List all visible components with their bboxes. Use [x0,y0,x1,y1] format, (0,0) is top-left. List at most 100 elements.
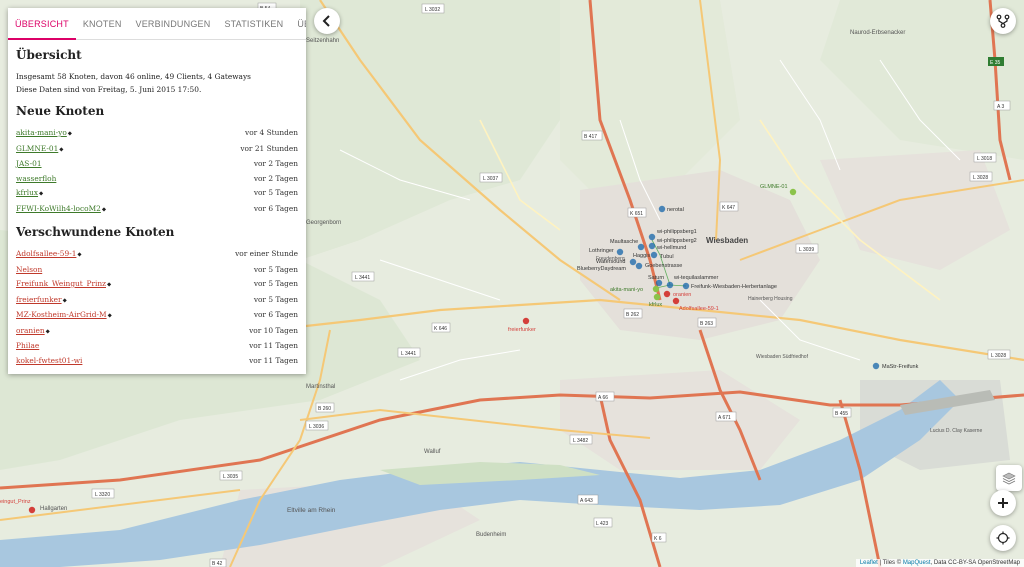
node-link[interactable]: FFWI-KoWilh4-locoM2 [16,204,101,213]
node-link[interactable]: freierfunker [16,295,62,304]
tab-bar: Übersicht Knoten Verbindungen Statistike… [8,8,306,40]
node-link[interactable]: MZ-Kostheim-AirGrid-M [16,310,107,319]
node-link[interactable]: Philae [16,341,39,350]
node-label: wi-philippsberg2 [656,238,697,244]
node-link[interactable]: Nelson [16,265,42,274]
svg-text:L 3018: L 3018 [977,156,992,162]
map-marker-icon: ⬥ [67,130,72,137]
node-link[interactable]: akita-mani-yo [16,128,67,137]
node-label: BlueberryDaydream [577,266,626,272]
leaflet-link[interactable]: Leaflet [860,560,878,566]
svg-text:B 262: B 262 [626,312,639,318]
svg-text:L 3441: L 3441 [355,275,370,281]
node-row: JAS-01 vor 2 Tagen [16,157,298,172]
svg-text:B 260: B 260 [318,406,331,412]
node-label: GLMNE-01 [760,184,788,190]
node-link[interactable]: oranien [16,326,45,335]
node-link[interactable]: Adolfsallee-59-1 [16,249,76,258]
svg-text:A 66: A 66 [598,395,608,401]
svg-text:B 42: B 42 [212,561,223,567]
node-link[interactable]: GLMNE-01 [16,144,58,153]
tab-links[interactable]: Verbindungen [129,8,218,40]
node-age: vor 5 Tagen [253,294,298,304]
node-entry: JAS-01 [16,157,42,172]
node-entry: wasserfloh [16,172,56,187]
panel-content: Übersicht Insgesamt 58 Knoten, davon 46 … [8,40,306,368]
svg-text:L 3028: L 3028 [991,353,1006,359]
road-label: A 643 [577,494,599,505]
map-marker-icon: ⬥ [59,145,64,153]
node-row: freierfunker⬥ vor 5 Tagen [16,293,298,309]
node-age: vor 11 Tagen [249,355,298,365]
node-link[interactable]: Freifunk_Weingut_Prinz [16,279,106,288]
svg-text:B 455: B 455 [835,411,848,417]
node-row: MZ-Kostheim-AirGrid-M⬥ vor 6 Tagen [16,308,298,324]
node-age: vor 5 Tagen [253,264,298,274]
tab-nodes[interactable]: Knoten [76,8,129,40]
road-label: L 3482 [569,434,593,445]
tab-overview[interactable]: Übersicht [8,8,76,40]
node-row: FFWI-KoWilh4-locoM2⬥ vor 6 Tagen [16,202,298,218]
map-marker-icon: ⬥ [101,205,107,213]
road-label: K 651 [627,207,647,218]
node-age: vor einer Stunde [235,249,298,258]
new-nodes-section: Neue Knoten akita-mani-yo⬥ vor 4 Stunden G… [16,104,298,217]
node-label: Watersound [596,259,625,265]
tab-about[interactable]: Über [290,8,306,40]
node-entry: freierfunker⬥ [16,293,67,309]
mesh-view-button[interactable] [990,8,1016,34]
road-label: L 3036 [305,420,329,431]
tab-statistics[interactable]: Statistiken [217,8,290,40]
road-label: L 423 [593,517,613,528]
mapquest-link[interactable]: MapQuest [903,560,931,566]
node-entry: Nelson [16,263,42,278]
node-age: vor 6 Tagen [253,203,298,213]
collapse-sidebar-button[interactable] [314,8,340,34]
node-label: MaStr-Freifunk [882,364,919,370]
place-label: Wiesbaden [706,236,748,245]
node-link[interactable]: kokel-fwtest01-wi [16,356,82,365]
node-row: Adolfsallee-59-1⬥ vor einer Stunde [16,247,298,263]
node-age: vor 6 Tagen [253,310,298,319]
map-marker-icon: ⬥ [107,312,112,319]
lost-nodes-list: Adolfsallee-59-1⬥ vor einer Stunde Nelson v… [16,247,298,368]
svg-text:L 3039: L 3039 [799,247,814,253]
svg-text:K 646: K 646 [434,326,447,332]
node-label: oranien [673,292,691,298]
locate-button[interactable] [990,525,1016,551]
node-entry: GLMNE-01⬥ [16,142,63,158]
node-link[interactable]: kfrlux [16,188,38,197]
place-label: Martinsthal [306,384,335,390]
map-marker-icon: ⬥ [45,327,50,335]
node-label: freierfunker [508,327,536,333]
road-label: B 455 [832,407,852,418]
road-label: L 3441 [397,347,421,358]
svg-text:E 35: E 35 [990,60,1001,66]
road-label: B 262 [623,308,643,319]
svg-text:A 671: A 671 [718,415,731,421]
node-link[interactable]: JAS-01 [16,159,42,168]
crosshair-icon [996,531,1010,545]
node-label: Goebenstrasse [645,263,682,269]
svg-text:K 651: K 651 [630,211,643,217]
node-label: kfrlux [649,302,662,308]
node-label: Maultasche [610,239,638,245]
overview-title: Übersicht [16,48,82,62]
lost-nodes-title: Verschwundene Knoten [16,225,175,239]
road-label: L 3018 [973,152,997,163]
svg-text:L 3028: L 3028 [973,175,988,181]
layers-icon [1002,472,1016,485]
node-age: vor 2 Tagen [253,173,298,183]
svg-text:L 3482: L 3482 [573,438,588,444]
node-label: wi-hellmund [656,245,686,251]
node-row: kokel-fwtest01-wi vor 11 Tagen [16,354,298,369]
zoom-in-button[interactable] [990,490,1016,516]
layers-button[interactable] [996,465,1022,491]
road-label: L 3441 [351,271,375,282]
node-link[interactable]: wasserfloh [16,174,56,183]
node-label: nerotal [667,207,684,213]
fork-icon [996,14,1010,28]
road-label: K 6 [651,532,667,543]
node-row: akita-mani-yo⬥ vor 4 Stunden [16,126,298,142]
node-row: Nelson vor 5 Tagen [16,263,298,278]
